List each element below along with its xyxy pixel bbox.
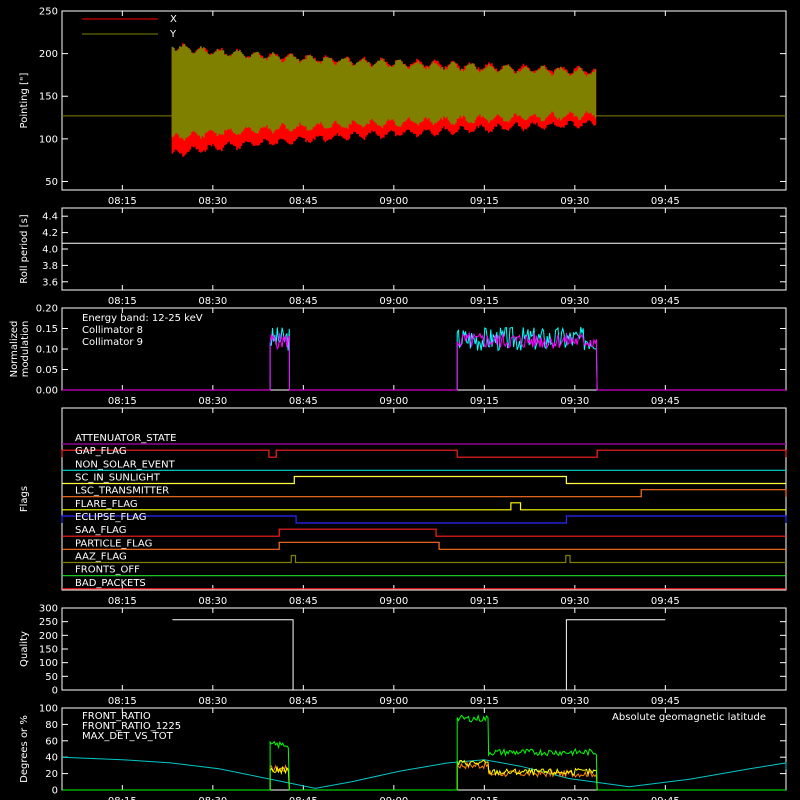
flag-label: GAP_FLAG	[75, 446, 127, 457]
quality-ytick-label: 250	[39, 617, 58, 628]
flag-label: ATTENUATOR_STATE	[75, 433, 176, 444]
modulation-ylabel: modulation	[20, 321, 31, 378]
roll-xtick-label: 09:00	[379, 296, 408, 307]
flags-xtick-label: 09:45	[651, 596, 680, 607]
roll-xtick-label: 08:15	[108, 296, 137, 307]
flags-ylabel: Flags	[19, 486, 30, 512]
front-ratio-ytick-label: 40	[45, 753, 58, 764]
figure-canvas: 08:15 08:30 08:45 09:00 09:15 09:30 09:45 50 100…	[0, 0, 800, 800]
flag-label: LSC_TRANSMITTER	[75, 486, 169, 497]
roll-xtick-label: 08:30	[198, 296, 227, 307]
flag-label: PARTICLE_FLAG	[75, 538, 152, 549]
roll-ytick-label: 4.4	[42, 212, 58, 223]
roll-ytick-label: 4.2	[42, 228, 58, 239]
roll-xtick-label: 09:45	[651, 296, 680, 307]
legend-collimator-8: Collimator 8	[82, 325, 143, 336]
pointing-ytick-label: 100	[39, 134, 58, 145]
pointing-ylabel: Pointing ["]	[19, 72, 30, 128]
modulation-ylabel: Normalized	[9, 321, 20, 378]
quality-xtick-label: 08:45	[289, 696, 318, 707]
flag-label: SAA_FLAG	[75, 525, 126, 536]
quality-xtick-label: 08:15	[108, 696, 137, 707]
front-ratio-ytick-label: 20	[45, 769, 58, 780]
flags-xtick-label: 08:30	[198, 596, 227, 607]
quality-ytick-label: 0	[52, 686, 58, 697]
legend-x-label: X	[170, 14, 177, 25]
modulation-xtick-label: 08:30	[198, 396, 227, 407]
front-ratio-xtick-label: 09:00	[379, 796, 408, 800]
quality-xtick-label: 09:45	[651, 696, 680, 707]
flags-xtick-label: 08:45	[289, 596, 318, 607]
modulation-ytick-label: 0.10	[36, 345, 58, 356]
modulation-xtick-label: 09:15	[470, 396, 499, 407]
front-ratio-ytick-label: 80	[45, 720, 58, 731]
front-ratio-ytick-label: 0	[52, 786, 58, 797]
modulation-xtick-label: 08:45	[289, 396, 318, 407]
front-ratio-xtick-label: 09:15	[470, 796, 499, 800]
quality-xtick-label: 09:30	[560, 696, 589, 707]
flags-xtick-label: 08:15	[108, 596, 137, 607]
modulation-ytick-label: 0.20	[36, 304, 58, 315]
pointing-xtick-label: 09:45	[651, 196, 680, 207]
front-ratio-xtick-label: 08:15	[108, 796, 137, 800]
pointing-xtick-label: 08:15	[108, 196, 137, 207]
flag-label: NON_SOLAR_EVENT	[75, 459, 176, 470]
modulation-xtick-label: 09:45	[651, 396, 680, 407]
flag-label: FRONTS_OFF	[75, 565, 140, 576]
flag-label: BAD_PACKETS	[75, 578, 146, 589]
roll-xtick-label: 09:30	[560, 296, 589, 307]
pointing-xtick-label: 09:15	[470, 196, 499, 207]
modulation-ytick-label: 0.05	[36, 365, 58, 376]
pointing-xtick-label: 09:00	[379, 196, 408, 207]
quality-xtick-label: 09:15	[470, 696, 499, 707]
front-ratio-xtick-label: 09:30	[560, 796, 589, 800]
pointing-xtick-label: 09:30	[560, 196, 589, 207]
legend-y-label: Y	[169, 29, 177, 40]
pointing-ytick-label: 250	[39, 7, 58, 18]
front-ratio-ytick-label: 60	[45, 736, 58, 747]
quality-ylabel: Quality	[19, 631, 30, 667]
modulation-xtick-label: 09:30	[560, 396, 589, 407]
modulation-ytick-label: 0.15	[36, 324, 58, 335]
flags-xtick-label: 09:15	[470, 596, 499, 607]
geomag-latitude-annotation: Absolute geomagnetic latitude	[612, 712, 766, 723]
flags-xtick-label: 09:30	[560, 596, 589, 607]
roll-ytick-label: 3.8	[42, 261, 58, 272]
roll-ytick-label: 4.0	[42, 245, 58, 256]
front-ratio-xtick-label: 09:45	[651, 796, 680, 800]
flag-label: SC_IN_SUNLIGHT	[75, 473, 161, 484]
front-ratio-xtick-label: 08:30	[198, 796, 227, 800]
modulation-ytick-label: 0.00	[36, 386, 58, 397]
legend-max-det-vs-tot: MAX_DET_VS_TOT	[82, 731, 174, 742]
pointing-ytick-label: 200	[39, 49, 58, 60]
pointing-xtick-label: 08:30	[198, 196, 227, 207]
quality-ytick-label: 50	[45, 672, 58, 683]
roll-xtick-label: 08:45	[289, 296, 318, 307]
roll-ytick-label: 3.6	[42, 277, 58, 288]
quality-ytick-label: 300	[39, 604, 58, 615]
quality-ytick-label: 200	[39, 631, 58, 642]
quality-ytick-label: 150	[39, 645, 58, 656]
flag-label: ECLIPSE_FLAG	[75, 512, 146, 523]
legend-collimator-9: Collimator 9	[82, 337, 143, 348]
modulation-xtick-label: 08:15	[108, 396, 137, 407]
pointing-ytick-label: 150	[39, 92, 58, 103]
front-ratio-ylabel: Degrees or %	[19, 715, 30, 783]
pointing-ytick-label: 50	[45, 177, 58, 188]
pointing-xtick-label: 08:45	[289, 196, 318, 207]
flags-xtick-label: 09:00	[379, 596, 408, 607]
modulation-xtick-label: 09:00	[379, 396, 408, 407]
flag-label: AAZ_FLAG	[75, 552, 127, 563]
roll-xtick-label: 09:15	[470, 296, 499, 307]
flag-label: FLARE_FLAG	[75, 499, 138, 510]
roll-ylabel: Roll period [s]	[19, 214, 30, 283]
front-ratio-xtick-label: 08:45	[289, 796, 318, 800]
quality-xtick-label: 08:30	[198, 696, 227, 707]
front-ratio-ytick-label: 100	[39, 704, 58, 715]
quality-ytick-label: 100	[39, 658, 58, 669]
quality-xtick-label: 09:00	[379, 696, 408, 707]
energy-band-annotation: Energy band: 12-25 keV	[82, 313, 203, 324]
